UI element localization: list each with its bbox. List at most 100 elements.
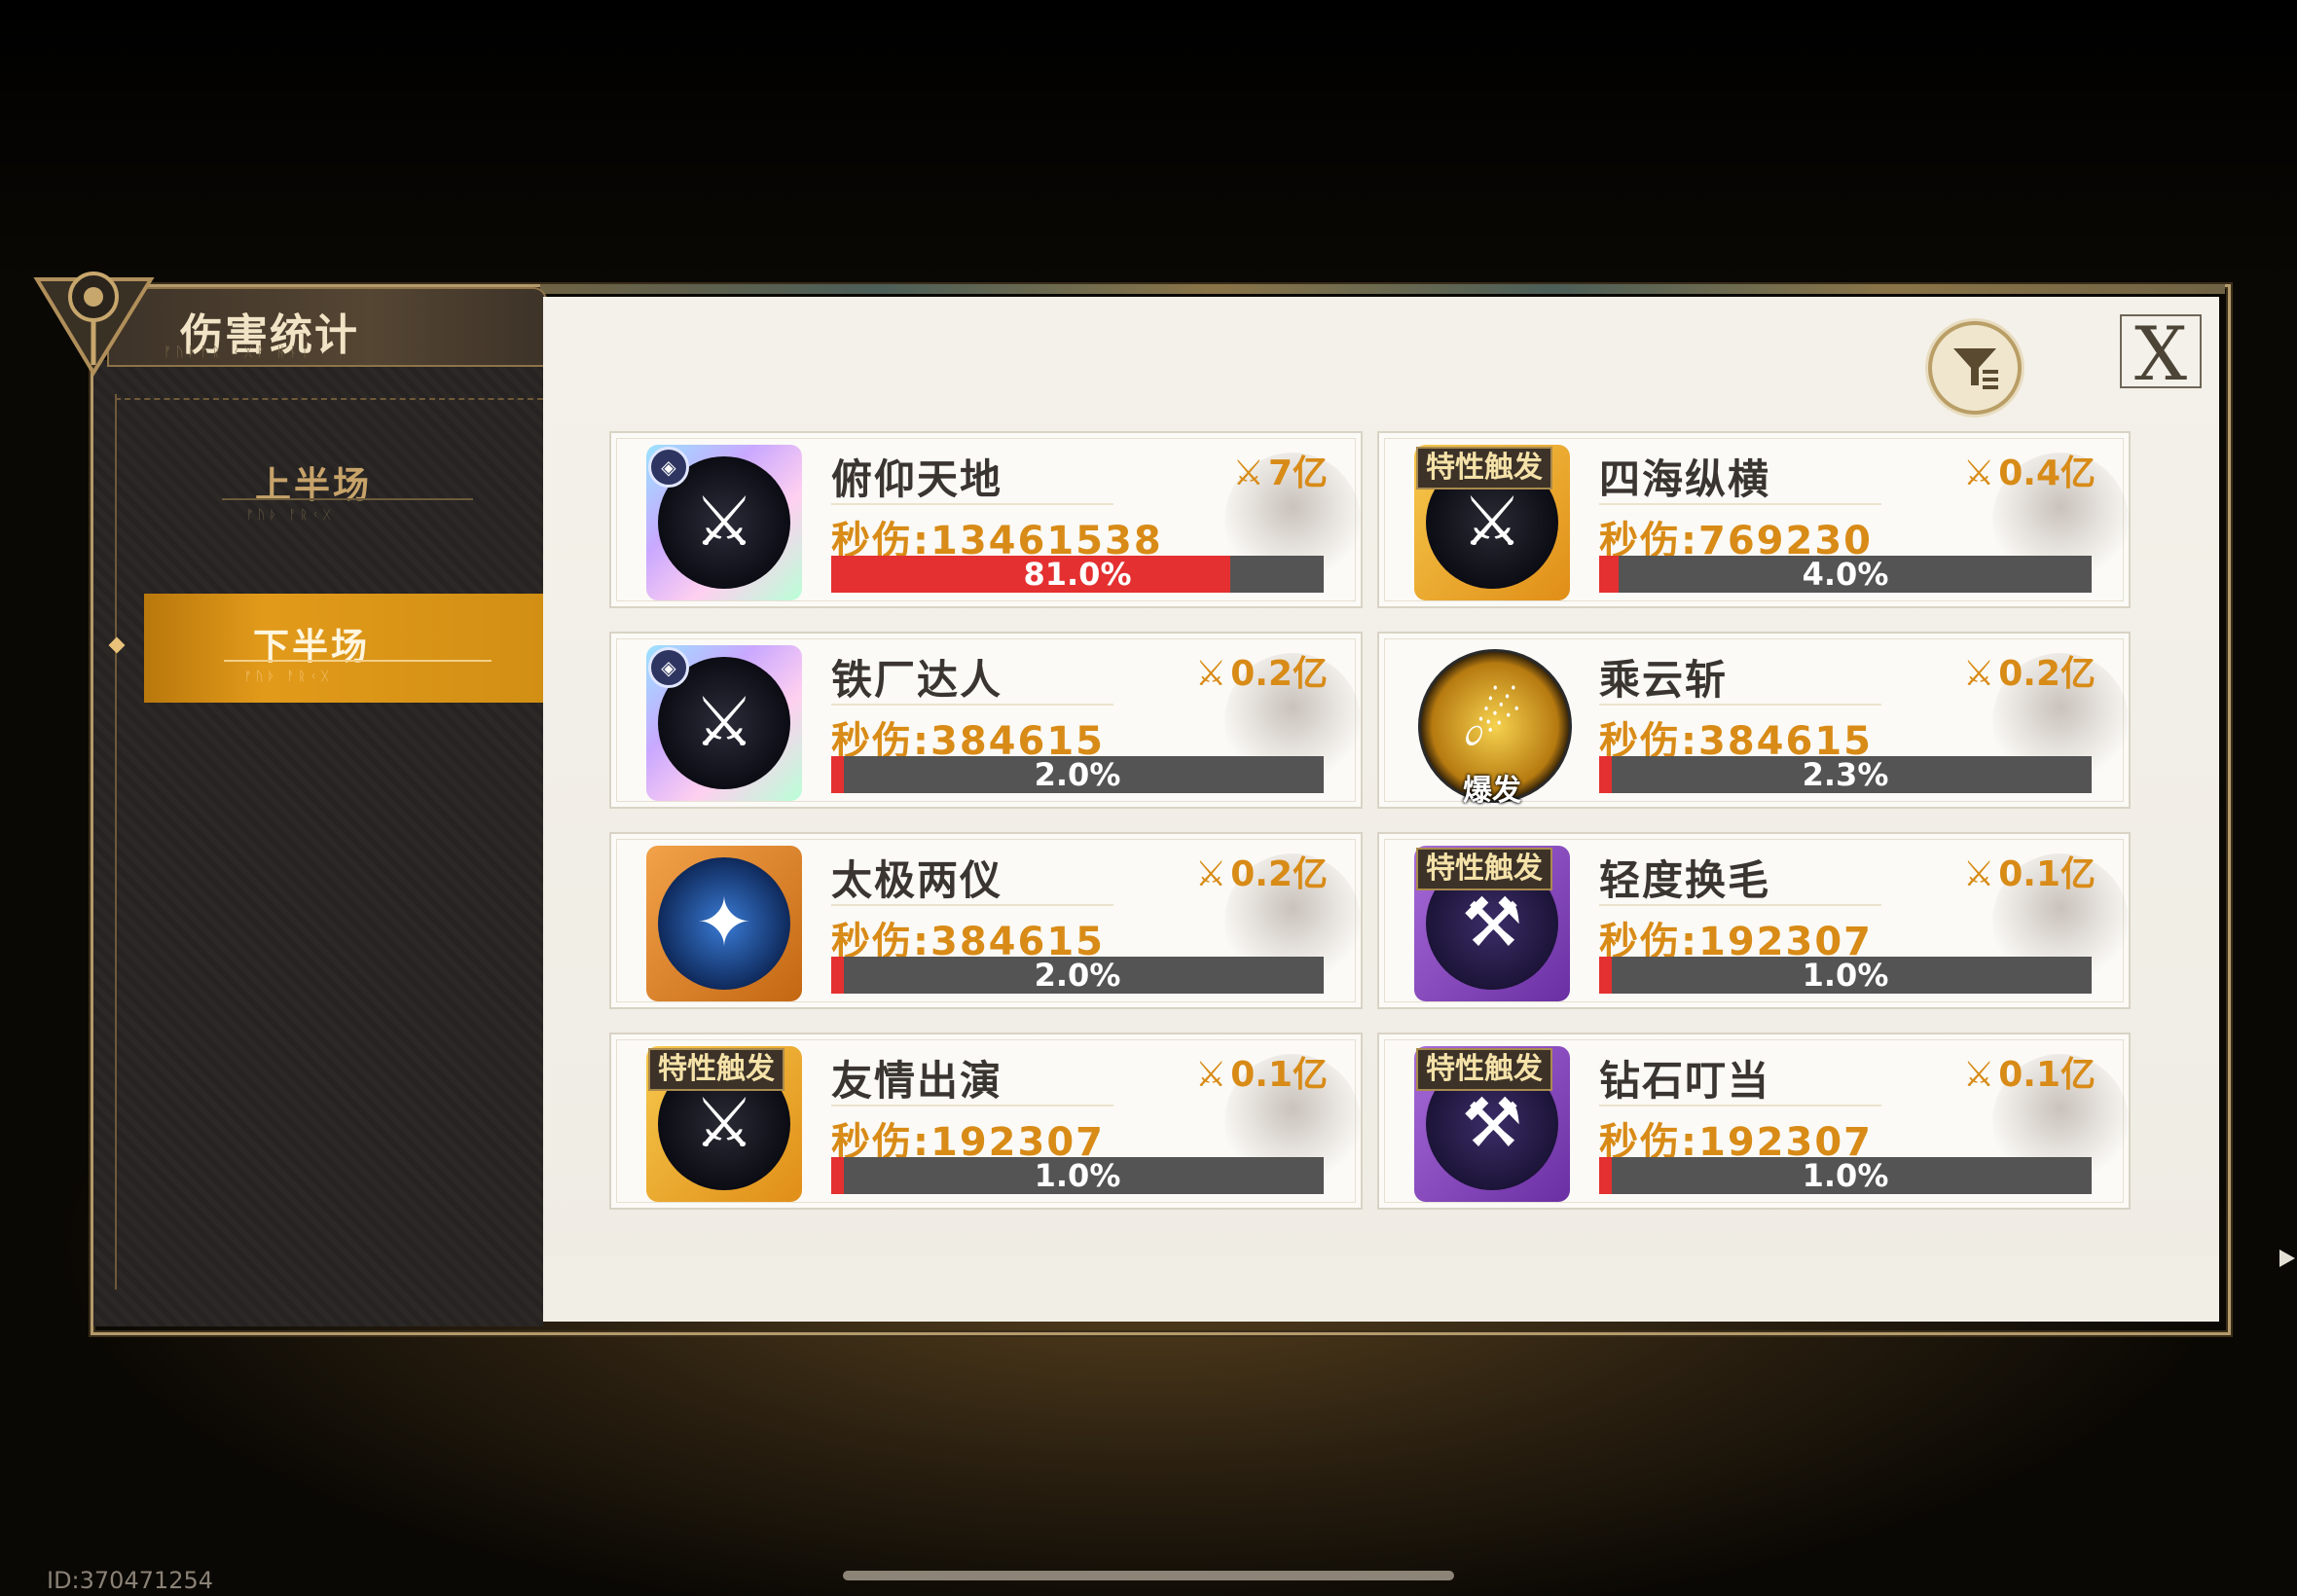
crossed-swords-icon: ⚔	[1194, 654, 1227, 694]
name-divider	[1599, 904, 1881, 906]
total-damage-value: 7亿	[1267, 453, 1328, 493]
sword-fan-icon: ⚔	[693, 482, 755, 562]
close-icon: X	[2133, 310, 2188, 397]
skill-name: 俯仰天地	[831, 455, 1003, 503]
damage-share-percent: 1.0%	[1802, 1157, 1889, 1194]
crossed-swords-icon: ⚔	[1962, 854, 1995, 894]
name-divider	[831, 1105, 1113, 1106]
damage-card[interactable]: ☄ 爆发 乘云斩 ⚔ 0.2亿 秒伤:384615 2.3%	[1377, 632, 2131, 809]
crossed-swords-icon: ⚔	[1194, 854, 1227, 894]
total-damage: ⚔ 7亿	[1233, 445, 1328, 495]
crossed-swords-icon: ⚔	[1962, 453, 1995, 493]
title-decoration: ᚠᚢᚦᚨᚱ ᚲᚷᚹ ᚺᚾᛁ	[164, 345, 313, 360]
total-damage-value: 0.1亿	[1230, 1055, 1328, 1095]
skill-icon-frame: ⚔ 特性触发	[646, 1046, 802, 1202]
sword-fan-icon: ⚔	[1461, 482, 1523, 562]
damage-share-bar: 81.0%	[831, 556, 1324, 593]
damage-share-bar: 1.0%	[1599, 957, 2092, 994]
trait-trigger-badge: 特性触发	[648, 1048, 784, 1091]
damage-share-percent: 2.0%	[1034, 957, 1121, 994]
skill-name: 轻度换毛	[1599, 856, 1771, 904]
crossed-swords-icon: ⚔	[1232, 453, 1264, 493]
name-divider	[831, 904, 1113, 906]
damage-share-bar: 4.0%	[1599, 556, 2092, 593]
damage-card[interactable]: ⚔ 特性触发 四海纵横 ⚔ 0.4亿 秒伤:769230 4.0%	[1377, 431, 2131, 608]
total-damage: ⚔ 0.1亿	[1195, 1046, 1328, 1097]
damage-share-percent: 2.3%	[1802, 756, 1889, 793]
damage-card[interactable]: ✦ 太极两仪 ⚔ 0.2亿 秒伤:384615 2.0%	[609, 832, 1363, 1009]
damage-share-percent: 1.0%	[1802, 957, 1889, 994]
chibi-hero-icon: ⚔	[693, 1083, 755, 1163]
background-fade	[0, 0, 2297, 292]
damage-card[interactable]: ⚔ ◈ 俯仰天地 ⚔ 7亿 秒伤:13461538 81.0%	[609, 431, 1363, 608]
home-indicator[interactable]	[843, 1571, 1454, 1580]
damage-share-bar: 2.3%	[1599, 756, 2092, 793]
damage-card[interactable]: ⚔ 特性触发 友情出演 ⚔ 0.1亿 秒伤:192307 1.0%	[609, 1033, 1363, 1210]
skill-name: 铁厂达人	[831, 656, 1003, 704]
damage-share-percent: 2.0%	[1034, 756, 1121, 793]
frame-decoration	[540, 284, 2225, 294]
crystal-sword-icon: ✦	[695, 883, 753, 962]
crossed-swords-icon: ⚔	[1962, 1055, 1995, 1095]
skill-name: 钻石叮当	[1599, 1057, 1771, 1105]
burst-tag: 爆发	[1463, 774, 1521, 808]
total-damage: ⚔ 0.1亿	[1963, 846, 2096, 896]
crossed-swords-icon: ⚔	[1194, 1055, 1227, 1095]
damage-share-bar: 1.0%	[1599, 1157, 2092, 1194]
total-damage-value: 0.2亿	[1230, 854, 1328, 894]
pixel-blocks-icon: ⚔	[693, 682, 755, 762]
quality-icon: ◈	[648, 647, 689, 688]
name-divider	[1599, 503, 1881, 505]
filter-button[interactable]	[1928, 321, 2022, 415]
side-arrow-icon[interactable]	[2279, 1250, 2295, 1267]
name-divider	[831, 503, 1113, 505]
tab-second-half[interactable]: 下半场 ᚠᚢᚦ ᚨᚱᚲᚷ	[144, 594, 543, 703]
total-damage-value: 0.4亿	[1998, 453, 2096, 493]
quality-icon: ◈	[648, 447, 689, 488]
tab-decoration: ᚠᚢᚦ ᚨᚱᚲᚷ	[246, 508, 335, 523]
total-damage: ⚔ 0.1亿	[1963, 1046, 2096, 1097]
total-damage-value: 0.2亿	[1230, 654, 1328, 694]
damage-card[interactable]: ⚒ 特性触发 轻度换毛 ⚔ 0.1亿 秒伤:192307 1.0%	[1377, 832, 2131, 1009]
skill-icon-frame: ⚔ 特性触发	[1414, 445, 1570, 600]
total-damage: ⚔ 0.4亿	[1963, 445, 2096, 495]
golden-blade-icon: ☄	[1461, 682, 1523, 762]
trait-trigger-badge: 特性触发	[1416, 848, 1552, 890]
skill-name: 乘云斩	[1599, 656, 1729, 704]
emblem-icon	[33, 272, 155, 377]
name-divider	[1599, 704, 1881, 706]
damage-share-bar: 2.0%	[831, 756, 1324, 793]
tab-first-half[interactable]: 上半场 ᚠᚢᚦ ᚨᚱᚲᚷ	[95, 428, 543, 535]
skill-name: 太极两仪	[831, 856, 1003, 904]
skill-icon-frame: ⚔ ◈	[646, 445, 802, 600]
name-divider	[831, 704, 1113, 706]
trait-trigger-badge: 特性触发	[1416, 447, 1552, 490]
total-damage-value: 0.1亿	[1998, 854, 2096, 894]
tab-underline	[224, 660, 492, 662]
skill-name: 四海纵横	[1599, 455, 1771, 503]
sidebar-dashed-line	[115, 398, 543, 400]
skill-name: 友情出演	[831, 1057, 1003, 1105]
damage-share-percent: 81.0%	[1023, 556, 1132, 593]
damage-share-percent: 4.0%	[1802, 556, 1889, 593]
tab-decoration: ᚠᚢᚦ ᚨᚱᚲᚷ	[244, 670, 333, 684]
name-divider	[1599, 1105, 1881, 1106]
skill-icon-frame: ⚒ 特性触发	[1414, 846, 1570, 1001]
trait-trigger-badge: 特性触发	[1416, 1048, 1552, 1091]
tab-underline	[222, 498, 473, 500]
player-id: ID:370471254	[47, 1567, 214, 1594]
close-button[interactable]: X	[2120, 310, 2202, 397]
damage-card[interactable]: ⚔ ◈ 铁厂达人 ⚔ 0.2亿 秒伤:384615 2.0%	[609, 632, 1363, 809]
damage-share-percent: 1.0%	[1034, 1157, 1121, 1194]
filter-icon	[1953, 348, 1998, 389]
skill-icon-frame: ⚔ ◈	[646, 645, 802, 801]
damage-card[interactable]: ⚒ 特性触发 钻石叮当 ⚔ 0.1亿 秒伤:192307 1.0%	[1377, 1033, 2131, 1210]
damage-share-bar: 1.0%	[831, 1157, 1324, 1194]
golden-bell-icon: ⚒	[1461, 1083, 1523, 1163]
total-damage: ⚔ 0.2亿	[1963, 645, 2096, 696]
skill-icon-frame: ✦	[646, 846, 802, 1001]
total-damage-value: 0.2亿	[1998, 654, 2096, 694]
total-damage: ⚔ 0.2亿	[1195, 846, 1328, 896]
damage-share-bar: 2.0%	[831, 957, 1324, 994]
skill-icon-frame: ⚒ 特性触发	[1414, 1046, 1570, 1202]
